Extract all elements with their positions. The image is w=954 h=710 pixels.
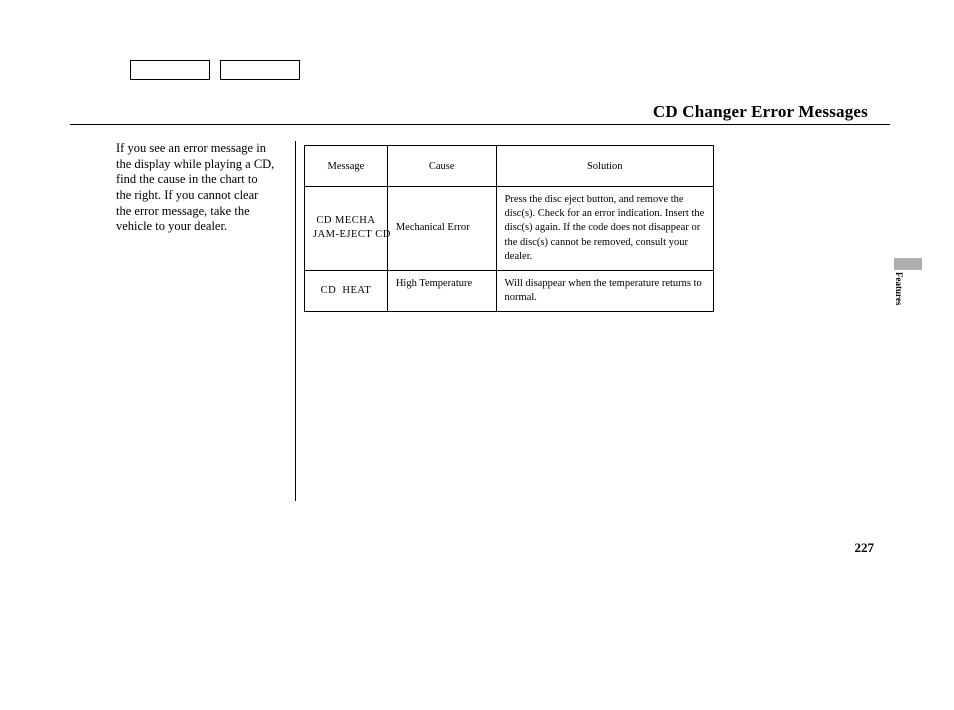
cell-message: CD HEAT	[305, 270, 388, 311]
title-row: CD Changer Error Messages	[70, 102, 890, 125]
tab-label: Features	[894, 272, 904, 305]
header-cause: Cause	[387, 146, 496, 187]
error-messages-table: Message Cause Solution CD MECHA JAM-EJEC…	[304, 145, 714, 312]
page-content: CD Changer Error Messages If you see an …	[70, 60, 890, 501]
intro-text: If you see an error message in the displ…	[70, 141, 285, 235]
cell-solution: Will disappear when the temperature retu…	[496, 270, 713, 311]
section-tab: Features	[894, 258, 906, 308]
tab-color-block	[894, 258, 922, 270]
cell-cause: High Temperature	[387, 270, 496, 311]
page-number: 227	[855, 540, 875, 556]
table-row: CD HEAT High Temperature Will disappear …	[305, 270, 714, 311]
cell-solution: Press the disc eject button, and remove …	[496, 187, 713, 271]
column-divider	[295, 141, 296, 501]
cell-cause: Mechanical Error	[387, 187, 496, 271]
header-solution: Solution	[496, 146, 713, 187]
header-message: Message	[305, 146, 388, 187]
placeholder-box-1	[130, 60, 210, 80]
content-columns: If you see an error message in the displ…	[70, 141, 890, 501]
placeholder-box-2	[220, 60, 300, 80]
table-wrapper: Message Cause Solution CD MECHA JAM-EJEC…	[304, 141, 714, 312]
page-title: CD Changer Error Messages	[70, 102, 890, 122]
cell-message: CD MECHA JAM-EJECT CD	[305, 187, 388, 271]
table-row: CD MECHA JAM-EJECT CD Mechanical Error P…	[305, 187, 714, 271]
top-placeholder-boxes	[130, 60, 890, 80]
table-header-row: Message Cause Solution	[305, 146, 714, 187]
